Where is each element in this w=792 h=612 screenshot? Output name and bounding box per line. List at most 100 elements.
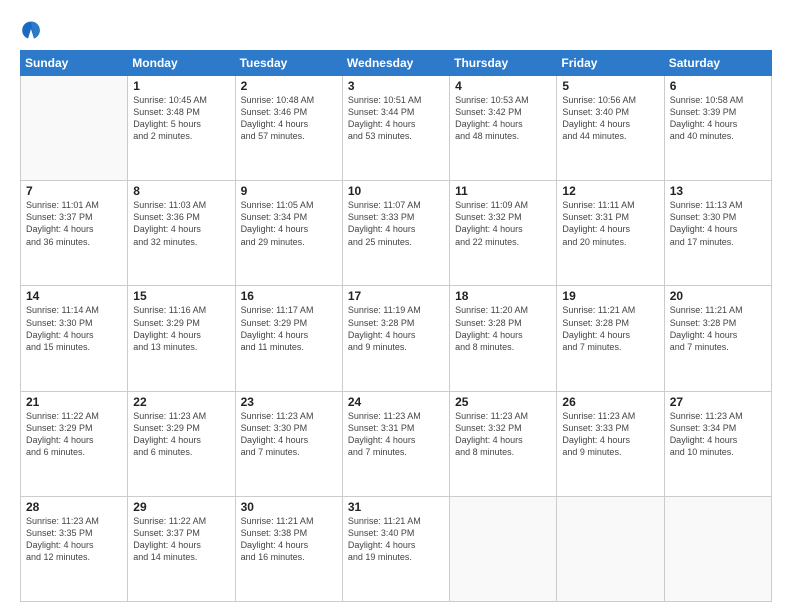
day-info: Sunrise: 10:53 AM Sunset: 3:42 PM Daylig… xyxy=(455,94,551,143)
day-info: Sunrise: 11:22 AM Sunset: 3:37 PM Daylig… xyxy=(133,515,229,564)
day-number: 20 xyxy=(670,289,766,303)
day-info: Sunrise: 11:23 AM Sunset: 3:31 PM Daylig… xyxy=(348,410,444,459)
day-number: 12 xyxy=(562,184,658,198)
calendar-cell: 30Sunrise: 11:21 AM Sunset: 3:38 PM Dayl… xyxy=(235,496,342,601)
day-number: 16 xyxy=(241,289,337,303)
day-info: Sunrise: 10:56 AM Sunset: 3:40 PM Daylig… xyxy=(562,94,658,143)
day-number: 2 xyxy=(241,79,337,93)
day-info: Sunrise: 11:07 AM Sunset: 3:33 PM Daylig… xyxy=(348,199,444,248)
calendar-cell: 3Sunrise: 10:51 AM Sunset: 3:44 PM Dayli… xyxy=(342,76,449,181)
day-number: 1 xyxy=(133,79,229,93)
day-info: Sunrise: 11:03 AM Sunset: 3:36 PM Daylig… xyxy=(133,199,229,248)
day-number: 29 xyxy=(133,500,229,514)
day-number: 9 xyxy=(241,184,337,198)
calendar-cell: 14Sunrise: 11:14 AM Sunset: 3:30 PM Dayl… xyxy=(21,286,128,391)
calendar-week-row: 1Sunrise: 10:45 AM Sunset: 3:48 PM Dayli… xyxy=(21,76,772,181)
day-info: Sunrise: 11:23 AM Sunset: 3:30 PM Daylig… xyxy=(241,410,337,459)
day-number: 27 xyxy=(670,395,766,409)
day-number: 28 xyxy=(26,500,122,514)
day-number: 22 xyxy=(133,395,229,409)
calendar-cell: 9Sunrise: 11:05 AM Sunset: 3:34 PM Dayli… xyxy=(235,181,342,286)
day-info: Sunrise: 11:23 AM Sunset: 3:29 PM Daylig… xyxy=(133,410,229,459)
day-info: Sunrise: 11:23 AM Sunset: 3:34 PM Daylig… xyxy=(670,410,766,459)
calendar-cell: 16Sunrise: 11:17 AM Sunset: 3:29 PM Dayl… xyxy=(235,286,342,391)
calendar-cell: 19Sunrise: 11:21 AM Sunset: 3:28 PM Dayl… xyxy=(557,286,664,391)
day-info: Sunrise: 11:22 AM Sunset: 3:29 PM Daylig… xyxy=(26,410,122,459)
day-number: 25 xyxy=(455,395,551,409)
day-number: 6 xyxy=(670,79,766,93)
calendar-week-row: 21Sunrise: 11:22 AM Sunset: 3:29 PM Dayl… xyxy=(21,391,772,496)
calendar-cell: 26Sunrise: 11:23 AM Sunset: 3:33 PM Dayl… xyxy=(557,391,664,496)
logo-icon xyxy=(20,18,42,40)
day-info: Sunrise: 11:23 AM Sunset: 3:32 PM Daylig… xyxy=(455,410,551,459)
calendar-cell: 2Sunrise: 10:48 AM Sunset: 3:46 PM Dayli… xyxy=(235,76,342,181)
calendar-week-row: 7Sunrise: 11:01 AM Sunset: 3:37 PM Dayli… xyxy=(21,181,772,286)
day-number: 8 xyxy=(133,184,229,198)
calendar-cell: 21Sunrise: 11:22 AM Sunset: 3:29 PM Dayl… xyxy=(21,391,128,496)
day-number: 5 xyxy=(562,79,658,93)
calendar-cell: 18Sunrise: 11:20 AM Sunset: 3:28 PM Dayl… xyxy=(450,286,557,391)
day-info: Sunrise: 11:16 AM Sunset: 3:29 PM Daylig… xyxy=(133,304,229,353)
weekday-header-row: SundayMondayTuesdayWednesdayThursdayFrid… xyxy=(21,51,772,76)
day-number: 11 xyxy=(455,184,551,198)
day-number: 23 xyxy=(241,395,337,409)
weekday-header: Tuesday xyxy=(235,51,342,76)
calendar-cell: 31Sunrise: 11:21 AM Sunset: 3:40 PM Dayl… xyxy=(342,496,449,601)
day-info: Sunrise: 11:21 AM Sunset: 3:28 PM Daylig… xyxy=(670,304,766,353)
calendar-cell: 29Sunrise: 11:22 AM Sunset: 3:37 PM Dayl… xyxy=(128,496,235,601)
calendar-cell: 11Sunrise: 11:09 AM Sunset: 3:32 PM Dayl… xyxy=(450,181,557,286)
day-info: Sunrise: 11:19 AM Sunset: 3:28 PM Daylig… xyxy=(348,304,444,353)
day-info: Sunrise: 11:11 AM Sunset: 3:31 PM Daylig… xyxy=(562,199,658,248)
day-info: Sunrise: 10:45 AM Sunset: 3:48 PM Daylig… xyxy=(133,94,229,143)
calendar-cell: 23Sunrise: 11:23 AM Sunset: 3:30 PM Dayl… xyxy=(235,391,342,496)
day-info: Sunrise: 10:51 AM Sunset: 3:44 PM Daylig… xyxy=(348,94,444,143)
day-info: Sunrise: 11:20 AM Sunset: 3:28 PM Daylig… xyxy=(455,304,551,353)
day-number: 10 xyxy=(348,184,444,198)
day-info: Sunrise: 11:05 AM Sunset: 3:34 PM Daylig… xyxy=(241,199,337,248)
day-info: Sunrise: 11:21 AM Sunset: 3:38 PM Daylig… xyxy=(241,515,337,564)
calendar-cell: 13Sunrise: 11:13 AM Sunset: 3:30 PM Dayl… xyxy=(664,181,771,286)
page: SundayMondayTuesdayWednesdayThursdayFrid… xyxy=(0,0,792,612)
day-number: 30 xyxy=(241,500,337,514)
weekday-header: Monday xyxy=(128,51,235,76)
day-info: Sunrise: 10:58 AM Sunset: 3:39 PM Daylig… xyxy=(670,94,766,143)
day-info: Sunrise: 11:21 AM Sunset: 3:28 PM Daylig… xyxy=(562,304,658,353)
day-info: Sunrise: 11:09 AM Sunset: 3:32 PM Daylig… xyxy=(455,199,551,248)
calendar-cell: 10Sunrise: 11:07 AM Sunset: 3:33 PM Dayl… xyxy=(342,181,449,286)
day-number: 18 xyxy=(455,289,551,303)
calendar-cell: 4Sunrise: 10:53 AM Sunset: 3:42 PM Dayli… xyxy=(450,76,557,181)
calendar-cell: 1Sunrise: 10:45 AM Sunset: 3:48 PM Dayli… xyxy=(128,76,235,181)
calendar-cell: 28Sunrise: 11:23 AM Sunset: 3:35 PM Dayl… xyxy=(21,496,128,601)
day-info: Sunrise: 11:13 AM Sunset: 3:30 PM Daylig… xyxy=(670,199,766,248)
calendar-cell: 25Sunrise: 11:23 AM Sunset: 3:32 PM Dayl… xyxy=(450,391,557,496)
day-number: 14 xyxy=(26,289,122,303)
day-number: 21 xyxy=(26,395,122,409)
day-info: Sunrise: 10:48 AM Sunset: 3:46 PM Daylig… xyxy=(241,94,337,143)
calendar-cell: 6Sunrise: 10:58 AM Sunset: 3:39 PM Dayli… xyxy=(664,76,771,181)
day-number: 15 xyxy=(133,289,229,303)
weekday-header: Thursday xyxy=(450,51,557,76)
day-number: 31 xyxy=(348,500,444,514)
day-number: 24 xyxy=(348,395,444,409)
weekday-header: Friday xyxy=(557,51,664,76)
logo xyxy=(20,18,46,40)
day-info: Sunrise: 11:17 AM Sunset: 3:29 PM Daylig… xyxy=(241,304,337,353)
day-number: 26 xyxy=(562,395,658,409)
calendar-week-row: 14Sunrise: 11:14 AM Sunset: 3:30 PM Dayl… xyxy=(21,286,772,391)
day-info: Sunrise: 11:01 AM Sunset: 3:37 PM Daylig… xyxy=(26,199,122,248)
day-info: Sunrise: 11:21 AM Sunset: 3:40 PM Daylig… xyxy=(348,515,444,564)
header xyxy=(20,18,772,40)
day-info: Sunrise: 11:14 AM Sunset: 3:30 PM Daylig… xyxy=(26,304,122,353)
calendar-cell: 20Sunrise: 11:21 AM Sunset: 3:28 PM Dayl… xyxy=(664,286,771,391)
day-number: 13 xyxy=(670,184,766,198)
calendar-cell xyxy=(450,496,557,601)
calendar-cell: 7Sunrise: 11:01 AM Sunset: 3:37 PM Dayli… xyxy=(21,181,128,286)
calendar-cell: 27Sunrise: 11:23 AM Sunset: 3:34 PM Dayl… xyxy=(664,391,771,496)
calendar-cell: 8Sunrise: 11:03 AM Sunset: 3:36 PM Dayli… xyxy=(128,181,235,286)
calendar-table: SundayMondayTuesdayWednesdayThursdayFrid… xyxy=(20,50,772,602)
day-number: 17 xyxy=(348,289,444,303)
calendar-cell xyxy=(21,76,128,181)
day-number: 7 xyxy=(26,184,122,198)
calendar-cell: 15Sunrise: 11:16 AM Sunset: 3:29 PM Dayl… xyxy=(128,286,235,391)
calendar-cell: 22Sunrise: 11:23 AM Sunset: 3:29 PM Dayl… xyxy=(128,391,235,496)
